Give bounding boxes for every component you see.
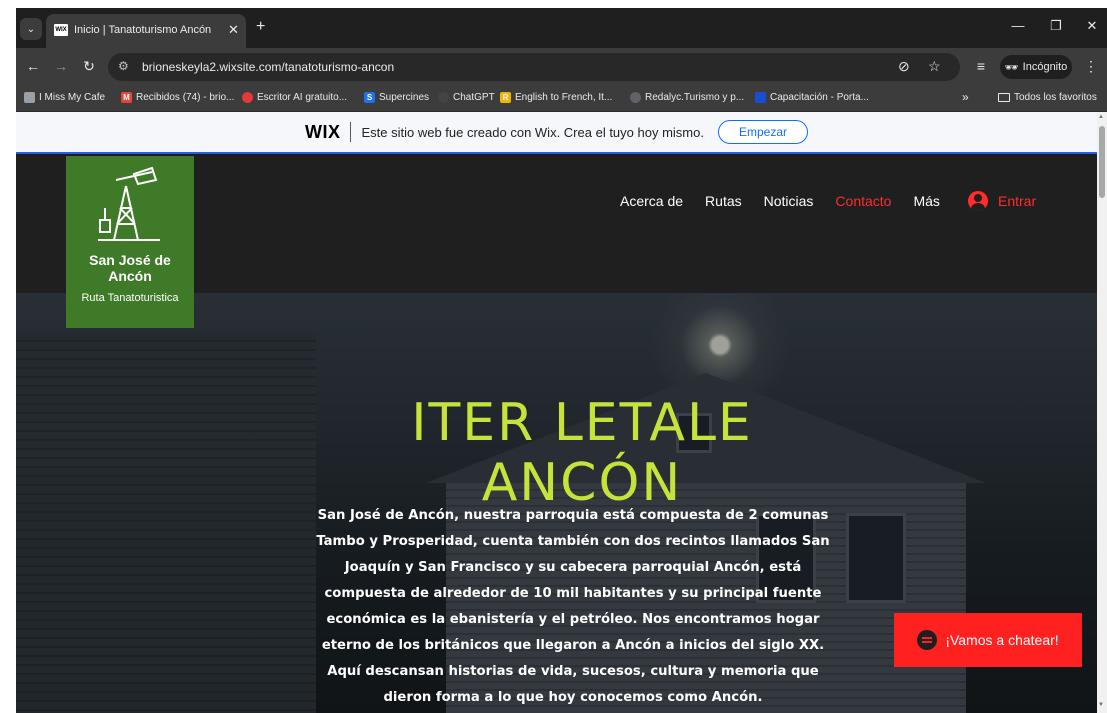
hero-title: ITER LETALE ANCÓN: [411, 393, 753, 513]
bookmark-label: Recibidos (74) - brio...: [136, 92, 235, 103]
bookmark-item[interactable]: Redalyc.Turismo y p...: [630, 92, 744, 103]
bookmark-label: ChatGPT: [453, 92, 495, 103]
folder-icon: [998, 93, 1010, 102]
site-logo[interactable]: San José de Ancón Ruta Tanatoturistica: [66, 156, 194, 328]
wix-banner: WIX Este sitio web fue creado con Wix. C…: [16, 112, 1097, 154]
bookmarks-bar: I Miss My Cafe M Recibidos (74) - brio...…: [16, 86, 1107, 112]
restore-icon[interactable]: ❐: [1046, 18, 1066, 34]
close-window-icon[interactable]: ✕: [1082, 18, 1102, 34]
bookmark-star-icon[interactable]: ☆: [928, 58, 941, 75]
back-icon[interactable]: ←: [24, 58, 42, 74]
wix-banner-text: Este sitio web fue creado con Wix. Crea …: [361, 124, 704, 140]
incognito-label: Incógnito: [1022, 61, 1068, 73]
bookmark-label: Supercines: [379, 92, 430, 103]
browser-toolbar: ← → ↻ ⚙ brioneskeyla2.wixsite.com/tanato…: [16, 48, 1107, 86]
browser-window: ⌄ WIX Inicio | Tanatoturismo Ancón ✕ + —…: [16, 8, 1107, 713]
logo-title-line1: San José de: [89, 252, 171, 268]
site-header: San José de Ancón Ruta Tanatoturistica A…: [16, 156, 1097, 328]
bookmark-label: Capacitación - Porta...: [770, 92, 869, 103]
new-tab-icon[interactable]: +: [256, 18, 265, 36]
incognito-badge[interactable]: 🕶 Incógnito: [1000, 55, 1072, 79]
tab-active[interactable]: WIX Inicio | Tanatoturismo Ancón ✕: [46, 14, 246, 48]
globe-icon: [630, 92, 641, 103]
chat-button[interactable]: ¡Vamos a chatear!: [894, 613, 1082, 667]
bookmark-label: Redalyc.Turismo y p...: [645, 92, 745, 103]
nav-item-noticias[interactable]: Noticias: [764, 193, 814, 209]
tab-close-icon[interactable]: ✕: [228, 22, 239, 38]
tab-title: Inicio | Tanatoturismo Ancón: [74, 24, 212, 36]
all-bookmarks-label: Todos los favoritos: [1014, 92, 1097, 103]
nav-item-mas[interactable]: Más: [913, 193, 939, 209]
bookmark-item[interactable]: Capacitación - Porta...: [755, 92, 869, 103]
bookmark-item[interactable]: I Miss My Cafe: [24, 92, 105, 103]
wix-logo: WIX: [304, 121, 341, 142]
reload-icon[interactable]: ↻: [80, 58, 98, 75]
tab-strip: ⌄ WIX Inicio | Tanatoturismo Ancón ✕ + —…: [16, 8, 1107, 48]
wix-favicon-icon: WIX: [54, 24, 68, 36]
chat-label: ¡Vamos a chatear!: [945, 632, 1059, 648]
minimize-icon[interactable]: —: [1008, 18, 1028, 33]
start-button[interactable]: Empezar: [717, 120, 808, 144]
tab-search-icon[interactable]: ⌄: [20, 18, 42, 40]
screen-frame: ⌄ WIX Inicio | Tanatoturismo Ancón ✕ + —…: [0, 0, 1107, 713]
bookmark-label: I Miss My Cafe: [39, 92, 106, 103]
scroll-thumb[interactable]: [1099, 126, 1105, 198]
gmail-icon: M: [121, 92, 132, 103]
logo-title-line2: Ancón: [108, 268, 152, 284]
nav-item-acerca-de[interactable]: Acerca de: [620, 193, 683, 209]
nav-item-rutas[interactable]: Rutas: [705, 193, 742, 209]
divider: [350, 122, 352, 142]
bookmark-label: English to French, It...: [515, 92, 613, 103]
user-avatar-icon: [968, 191, 988, 211]
logo-title: San José de Ancón: [66, 252, 194, 284]
page-viewport: WIX Este sitio web fue creado con Wix. C…: [16, 112, 1097, 713]
main-nav: Acerca de Rutas Noticias Contacto Más: [620, 193, 962, 209]
reading-list-icon[interactable]: ≡: [972, 58, 990, 74]
forward-icon[interactable]: →: [52, 58, 70, 74]
chatgpt-icon: [438, 92, 449, 103]
bookmark-item[interactable]: S Supercines: [364, 92, 429, 103]
tracking-protection-icon[interactable]: ⊘: [898, 58, 910, 75]
bookmark-favicon-icon: [755, 92, 766, 103]
bookmark-favicon-icon: [242, 92, 253, 103]
bookmarks-overflow-button[interactable]: »: [962, 90, 969, 104]
page-scrollbar[interactable]: ▲ ▼: [1097, 112, 1107, 713]
address-bar[interactable]: ⚙ brioneskeyla2.wixsite.com/tanatoturism…: [108, 53, 960, 81]
all-bookmarks-button[interactable]: Todos los favoritos: [998, 92, 1097, 103]
nav-item-contacto[interactable]: Contacto: [835, 193, 891, 209]
bookmark-label: Escritor AI gratuito...: [257, 92, 348, 103]
scroll-up-icon[interactable]: ▲: [1098, 114, 1104, 120]
login-button[interactable]: Entrar: [968, 191, 1036, 211]
bookmark-item[interactable]: R English to French, It...: [500, 92, 612, 103]
incognito-icon: 🕶: [1004, 61, 1019, 74]
menu-kebab-icon[interactable]: ⋮: [1082, 58, 1100, 75]
login-label: Entrar: [998, 193, 1037, 209]
bookmark-favicon-icon: [24, 92, 35, 103]
logo-subtitle: Ruta Tanatoturistica: [81, 292, 179, 304]
oil-pump-icon: [98, 166, 160, 241]
supercines-icon: S: [364, 92, 375, 103]
bookmark-item[interactable]: ChatGPT: [438, 92, 495, 103]
site-info-icon[interactable]: ⚙: [118, 59, 129, 73]
reverso-icon: R: [500, 92, 511, 103]
bookmark-item[interactable]: Escritor AI gratuito...: [242, 92, 347, 103]
bookmark-item[interactable]: M Recibidos (74) - brio...: [121, 92, 234, 103]
scroll-down-icon[interactable]: ▼: [1098, 702, 1104, 708]
chat-bubble-icon: [917, 630, 938, 650]
url-text: brioneskeyla2.wixsite.com/tanatoturismo-…: [142, 60, 395, 74]
hero-paragraph: San José de Ancón, nuestra parroquia est…: [316, 508, 830, 705]
